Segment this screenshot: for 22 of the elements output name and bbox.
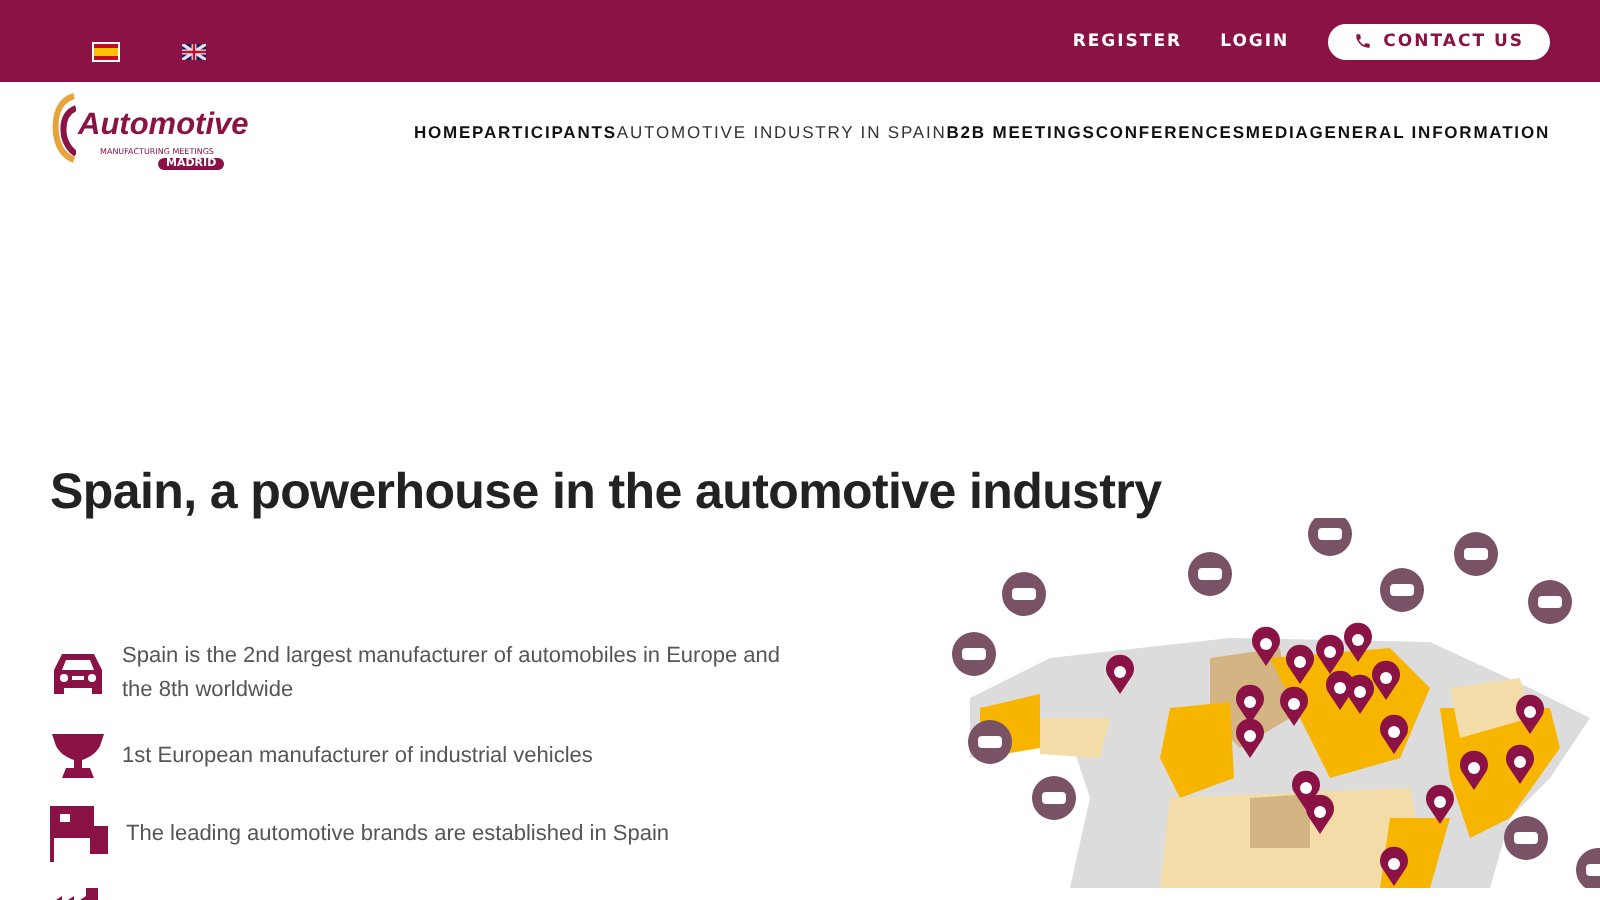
nav-link[interactable]: B2B MEETINGS (946, 122, 1096, 142)
section-title: Spain, a powerhouse in the automotive industry (50, 462, 1164, 522)
phone-icon (1353, 32, 1372, 50)
top-link[interactable]: REGISTER (1072, 31, 1183, 51)
nav-link[interactable]: MEDIA (1245, 122, 1310, 142)
nav-link[interactable]: GENERAL INFORMATION (1309, 122, 1550, 142)
spain-flag-icon[interactable] (94, 43, 118, 59)
nav-link[interactable]: AUTOMOTIVE INDUSTRY IN SPAIN (616, 122, 947, 142)
fact-text: Spain is the 2nd largest manufacturer of automobiles in Europe and the 8th worldwide (122, 642, 782, 706)
nav-link[interactable]: HOME (413, 122, 473, 142)
contact-button[interactable]: CONTACT US (1327, 23, 1550, 59)
nav-link[interactable]: PARTICIPANTS (472, 122, 617, 142)
car-icon (50, 650, 106, 698)
top-link[interactable]: LOGIN (1220, 31, 1290, 51)
fact-text: 1st European manufacturer of industrial vehicles (122, 741, 593, 771)
fact-text: The leading automotive brands are established in Spain (126, 819, 670, 849)
logo-swoosh-icon (52, 90, 76, 166)
uk-flag-icon[interactable] (182, 43, 206, 59)
trophy-icon (50, 732, 106, 780)
car-dealer-sign-icon (50, 804, 110, 864)
nav-link[interactable]: CONFERENCES (1095, 122, 1246, 142)
logo-title: Automotive (78, 108, 249, 144)
